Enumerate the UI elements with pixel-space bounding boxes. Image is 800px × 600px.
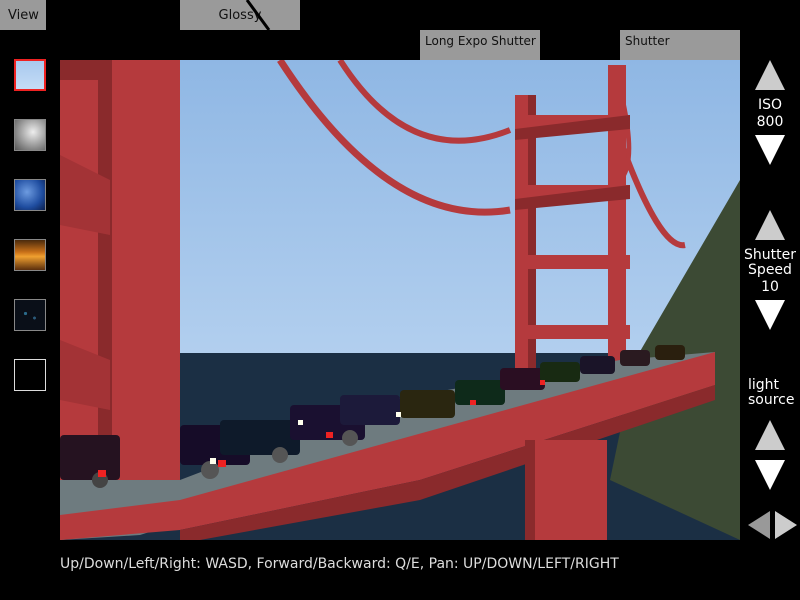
light-source-left-arrow-icon[interactable] bbox=[748, 511, 770, 539]
background-swatch-sunset-sky[interactable] bbox=[14, 239, 46, 271]
golden-gate-scene bbox=[60, 60, 740, 540]
iso-label: ISO bbox=[757, 97, 783, 113]
deck-pillar bbox=[525, 440, 607, 540]
light-source-label-1: light bbox=[748, 377, 780, 393]
light-source-right-arrow-icon[interactable] bbox=[775, 511, 797, 539]
tab-glossy-slash-mark bbox=[245, 0, 271, 30]
controls-help-text: Up/Down/Left/Right: WASD, Forward/Backwa… bbox=[60, 556, 619, 572]
light-source-up-arrow-icon[interactable] bbox=[755, 420, 785, 450]
background-swatch-cloudy-sky[interactable] bbox=[14, 119, 46, 151]
scene-viewport[interactable] bbox=[60, 60, 740, 540]
background-swatch-night-sky[interactable] bbox=[14, 299, 46, 331]
background-swatch-clear-sky[interactable] bbox=[14, 59, 46, 91]
tab-long-expo-shutter[interactable]: Long Expo Shutter bbox=[420, 30, 540, 60]
tab-shutter[interactable]: Shutter bbox=[620, 30, 740, 60]
iso-up-arrow-icon[interactable] bbox=[755, 60, 785, 90]
background-swatch-black[interactable] bbox=[14, 359, 46, 391]
light-source-down-arrow-icon[interactable] bbox=[755, 460, 785, 490]
shutter-speed-label-1: Shutter bbox=[744, 247, 796, 263]
background-swatch-blue-sky[interactable] bbox=[14, 179, 46, 211]
iso-down-arrow-icon[interactable] bbox=[755, 135, 785, 165]
iso-value: 800 bbox=[756, 114, 784, 130]
light-source-label-2: source bbox=[748, 392, 795, 408]
shutter-speed-down-arrow-icon[interactable] bbox=[755, 300, 785, 330]
shutter-speed-value: 10 bbox=[761, 279, 779, 295]
tab-view[interactable]: View bbox=[0, 0, 46, 30]
shutter-speed-up-arrow-icon[interactable] bbox=[755, 210, 785, 240]
shutter-speed-label-2: Speed bbox=[748, 262, 792, 278]
